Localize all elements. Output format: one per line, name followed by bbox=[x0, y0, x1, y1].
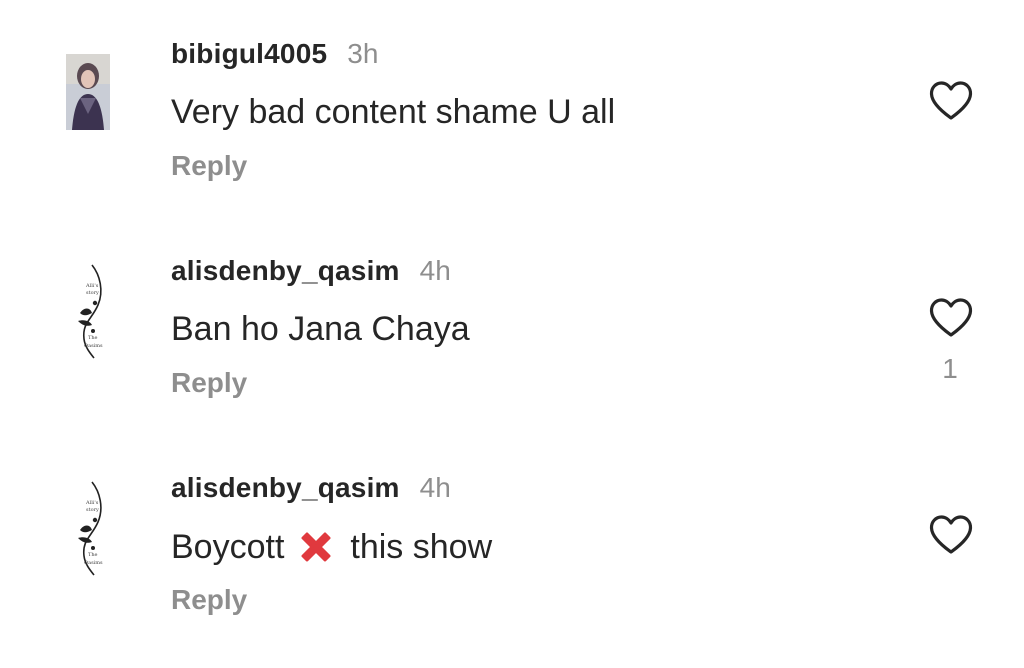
comment-text-before: Boycott bbox=[171, 527, 285, 566]
reply-button[interactable]: Reply bbox=[171, 367, 247, 399]
comment-item: Alli's story The Qasims alisdenby_qasim … bbox=[0, 247, 1024, 447]
like-button[interactable] bbox=[928, 514, 974, 556]
username[interactable]: alisdenby_qasim bbox=[171, 255, 400, 287]
heart-outline-icon bbox=[929, 515, 973, 554]
timestamp: 4h bbox=[419, 472, 451, 503]
calligraphy-logo-icon: Alli's story The Qasims bbox=[78, 264, 103, 359]
heart-outline-icon bbox=[929, 298, 973, 337]
svg-text:Qasims: Qasims bbox=[84, 343, 103, 349]
comment-text: Boycott this show bbox=[171, 527, 492, 567]
like-button[interactable] bbox=[928, 297, 974, 339]
heart-outline-icon bbox=[929, 81, 973, 120]
timestamp: 4h bbox=[419, 255, 451, 286]
comment-header: bibigul4005 3h bbox=[171, 38, 378, 78]
reply-button[interactable]: Reply bbox=[171, 584, 247, 616]
calligraphy-logo-icon: Alli's story The Qasims bbox=[78, 481, 103, 576]
like-count[interactable]: 1 bbox=[930, 353, 970, 385]
svg-text:The: The bbox=[88, 335, 98, 341]
username[interactable]: bibigul4005 bbox=[171, 38, 327, 70]
avatar[interactable] bbox=[66, 54, 110, 130]
reply-button[interactable]: Reply bbox=[171, 150, 247, 182]
like-button[interactable] bbox=[928, 80, 974, 122]
svg-text:Alli's: Alli's bbox=[85, 283, 99, 289]
timestamp: 3h bbox=[347, 38, 379, 69]
avatar[interactable]: Alli's story The Qasims bbox=[74, 261, 108, 361]
comment-text-content: Ban ho Jana Chaya bbox=[171, 310, 470, 348]
svg-text:The: The bbox=[88, 552, 98, 558]
cross-mark-emoji-icon bbox=[301, 532, 331, 562]
comment-text-content: Very bad content shame U all bbox=[171, 93, 616, 131]
comment-item: Alli's story The Qasims alisdenby_qasim … bbox=[0, 464, 1024, 664]
avatar[interactable]: Alli's story The Qasims bbox=[74, 478, 108, 578]
comment-text: Very bad content shame U all bbox=[171, 93, 615, 132]
comment-header: alisdenby_qasim 4h bbox=[171, 255, 451, 295]
comment-text: Ban ho Jana Chaya bbox=[171, 310, 470, 349]
comment-item: bibigul4005 3h Very bad content shame U … bbox=[0, 30, 1024, 230]
username[interactable]: alisdenby_qasim bbox=[171, 472, 400, 504]
svg-text:story: story bbox=[86, 507, 99, 513]
svg-text:Qasims: Qasims bbox=[84, 560, 103, 566]
comment-header: alisdenby_qasim 4h bbox=[171, 472, 451, 512]
comment-text-after: this show bbox=[350, 527, 493, 566]
svg-text:Alli's: Alli's bbox=[85, 500, 99, 506]
user-photo-icon bbox=[66, 54, 110, 130]
svg-text:story: story bbox=[86, 290, 99, 296]
